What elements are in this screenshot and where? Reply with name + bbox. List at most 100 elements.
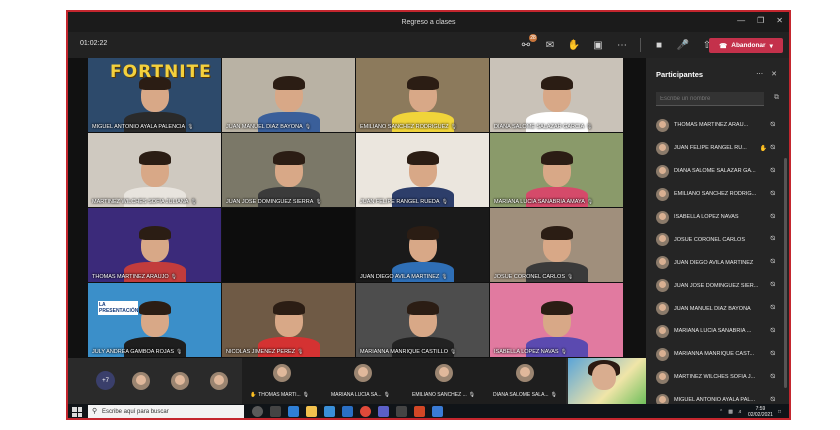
mic-muted-icon[interactable]: ⦰ xyxy=(770,122,775,129)
participant-status: ⦰ xyxy=(770,374,775,381)
window-title: Regreso a clases xyxy=(401,18,456,26)
participant-item[interactable]: JUAN DIEGO AVILA MARTINEZ ⦰ xyxy=(646,251,789,274)
mic-muted-icon[interactable]: ⦰ xyxy=(770,168,775,175)
share-invite-icon[interactable]: ⧉ xyxy=(774,94,779,102)
cortana-icon[interactable] xyxy=(252,406,263,417)
mail-icon[interactable] xyxy=(342,406,353,417)
camera-icon[interactable]: ■ xyxy=(651,37,667,53)
video-tile[interactable]: MARTINEZ WILCHES SOFIA JULIANA 🎙 xyxy=(88,133,222,208)
maximize-icon[interactable]: ❐ xyxy=(757,16,764,25)
participant-status: ⦰ xyxy=(770,305,775,312)
strip-tile[interactable]: DIANA SALOME SALA... 🎙 xyxy=(485,358,565,404)
mic-muted-icon[interactable]: ⦰ xyxy=(770,214,775,221)
avatar xyxy=(656,210,669,224)
more-participants-button[interactable]: +7 xyxy=(96,371,115,390)
video-tile[interactable]: ISABELLA LOPEZ NAVAS 🎙 xyxy=(490,283,624,358)
mic-muted-icon[interactable]: ⦰ xyxy=(770,328,775,335)
video-tile[interactable]: EMILIANO SANCHEZ RODRIGUEZ 🎙 xyxy=(356,58,490,133)
participant-status: ⦰ xyxy=(770,282,775,289)
minimize-icon[interactable]: — xyxy=(737,16,745,25)
network-icon[interactable]: ▩ xyxy=(728,409,733,415)
rooms-icon[interactable]: ▣ xyxy=(590,37,606,53)
self-preview[interactable] xyxy=(568,358,646,404)
participants-panel: Participantes ⋯ ✕ ⧉ THOMAS MARTINEZ ARAU… xyxy=(646,58,789,404)
video-tile[interactable]: JUAN DIEGO AVILA MARTINEZ 🎙 xyxy=(356,208,490,283)
store-icon[interactable] xyxy=(324,406,335,417)
photos-icon[interactable] xyxy=(432,406,443,417)
task-view-icon[interactable] xyxy=(270,406,281,417)
participant-item[interactable]: THOMAS MARTINEZ ARAU... ⦰ xyxy=(646,114,789,137)
participant-item[interactable]: MARIANNA MANRIQUE CAST... ⦰ xyxy=(646,343,789,366)
participants-icon[interactable]: ⚯ 28 xyxy=(518,34,537,53)
video-tile[interactable]: MARIANNA MANRIQUE CASTILLO 🎙 xyxy=(356,283,490,358)
video-tile[interactable]: NICOLAS JIMENEZ PEREZ 🎙 xyxy=(222,283,356,358)
chat-icon[interactable]: ✉ xyxy=(542,37,558,53)
taskbar-search[interactable]: ⚲ Escribe aquí para buscar xyxy=(88,405,244,418)
mic-muted-icon[interactable]: ⦰ xyxy=(770,145,775,152)
video-tile[interactable]: DIANA SALOME SALAZAR GARCIA 🎙 xyxy=(490,58,624,133)
strip-tile[interactable]: EMILIANO SANCHEZ ... 🎙 xyxy=(404,358,484,404)
avatar xyxy=(656,393,669,404)
participant-item[interactable]: ISABELLA LOPÉZ NAVAS ⦰ xyxy=(646,206,789,229)
participant-search-input[interactable] xyxy=(656,92,764,106)
leave-button[interactable]: ☎ Abandonar ▾ xyxy=(709,38,783,53)
avatar xyxy=(656,256,669,270)
video-tile[interactable]: MARIANA LUCIA SANABRIA AMAYA 🎙 xyxy=(490,133,624,208)
video-tile[interactable]: JOSUE CORONEL CARLOS 🎙 xyxy=(490,208,624,283)
mic-muted-icon[interactable]: ⦰ xyxy=(770,191,775,198)
taskbar-clock[interactable]: 7:59 02/02/2021 xyxy=(748,406,773,418)
file-explorer-icon[interactable] xyxy=(306,406,317,417)
participant-name: MIGUEL ANTONIO AYALA PAL... xyxy=(674,397,756,404)
participant-hair xyxy=(540,75,573,90)
more-icon[interactable]: ⋯ xyxy=(756,70,763,78)
mic-muted-icon[interactable]: ⦰ xyxy=(770,351,775,358)
video-tile[interactable]: LA PRESENTACIÓN JULY ANDREA GAMBOA ROJAS 🎙 xyxy=(88,283,222,358)
panel-scrollbar[interactable] xyxy=(784,158,787,388)
close-icon[interactable]: ✕ xyxy=(776,16,783,25)
settings-icon[interactable] xyxy=(396,406,407,417)
windows-start-icon[interactable] xyxy=(72,407,82,417)
participant-name: EMILIANO SANCHEZ RODRIG... xyxy=(674,191,757,198)
strip-tile[interactable]: ✋ THOMAS MARTI... 🎙 xyxy=(242,358,322,404)
video-tile[interactable]: JUAN FELIPE RANGEL RUEDA 🎙 xyxy=(356,133,490,208)
participant-item[interactable]: MARIANA LUCIA SANABRIA ... ⦰ xyxy=(646,320,789,343)
participant-name: ISABELLA LOPÉZ NAVAS xyxy=(674,214,739,220)
mic-muted-icon[interactable]: ⦰ xyxy=(770,305,775,312)
participant-item[interactable]: JUAN JOSE DOMINGUEZ SIER... ⦰ xyxy=(646,274,789,297)
microphone-icon[interactable]: 🎤 xyxy=(675,37,691,53)
raise-hand-icon[interactable]: ✋ xyxy=(566,37,582,53)
participant-item[interactable]: EMILIANO SANCHEZ RODRIG... ⦰ xyxy=(646,183,789,206)
video-tile[interactable]: THOMAS MARTINEZ ARAUJO 🎙 xyxy=(88,208,222,283)
avatar xyxy=(132,372,150,390)
chevron-down-icon[interactable]: ▾ xyxy=(770,42,773,50)
edge-icon[interactable] xyxy=(288,406,299,417)
participant-item[interactable]: DIANA SALOME SALAZAR GA... ⦰ xyxy=(646,160,789,183)
avatar xyxy=(171,372,189,390)
mic-muted-icon[interactable]: ⦰ xyxy=(770,282,775,289)
participant-item[interactable]: MIGUEL ANTONIO AYALA PAL... ⦰ xyxy=(646,389,789,404)
tile-name: THOMAS MARTINEZ ARAUJO xyxy=(92,274,169,280)
mic-muted-icon: 🎙 xyxy=(450,349,457,355)
video-tile[interactable] xyxy=(222,208,356,283)
participant-item[interactable]: MARTINEZ WILCHES SOFIA J... ⦰ xyxy=(646,366,789,389)
participant-item[interactable]: JOSUE CORONEL CARLOS ⦰ xyxy=(646,228,789,251)
mic-muted-icon[interactable]: ⦰ xyxy=(770,374,775,381)
participant-hair xyxy=(406,300,439,315)
volume-icon[interactable]: ♬ xyxy=(738,409,743,415)
participant-item[interactable]: JUAN MANUEL DIAZ BAYONA ⦰ xyxy=(646,297,789,320)
powerpoint-icon[interactable] xyxy=(414,406,425,417)
tray-chevron-icon[interactable]: ⌃ xyxy=(719,409,723,415)
chrome-icon[interactable] xyxy=(360,406,371,417)
video-tile[interactable]: JUAN JOSE DOMINGUEZ SIERRA 🎙 xyxy=(222,133,356,208)
mic-muted-icon[interactable]: ⦰ xyxy=(770,397,775,404)
participant-item[interactable]: JUAN FELIPE RANGEL RU... ✋ ⦰ xyxy=(646,137,789,160)
notifications-icon[interactable]: □ xyxy=(778,409,781,415)
strip-tile[interactable]: MARIANA LUCIA SA... 🎙 xyxy=(323,358,403,404)
panel-close-icon[interactable]: ✕ xyxy=(771,70,777,78)
video-tile[interactable]: JUAN MANUEL DIAZ BAYONA 🎙 xyxy=(222,58,356,133)
more-options-icon[interactable]: ⋯ xyxy=(614,37,630,53)
mic-muted-icon[interactable]: ⦰ xyxy=(770,236,775,243)
mic-muted-icon[interactable]: ⦰ xyxy=(770,259,775,266)
teams-icon[interactable] xyxy=(378,406,389,417)
video-tile[interactable]: FORTNITE MIGUEL ANTONIO AYALA PALENCIA 🎙 xyxy=(88,58,222,133)
